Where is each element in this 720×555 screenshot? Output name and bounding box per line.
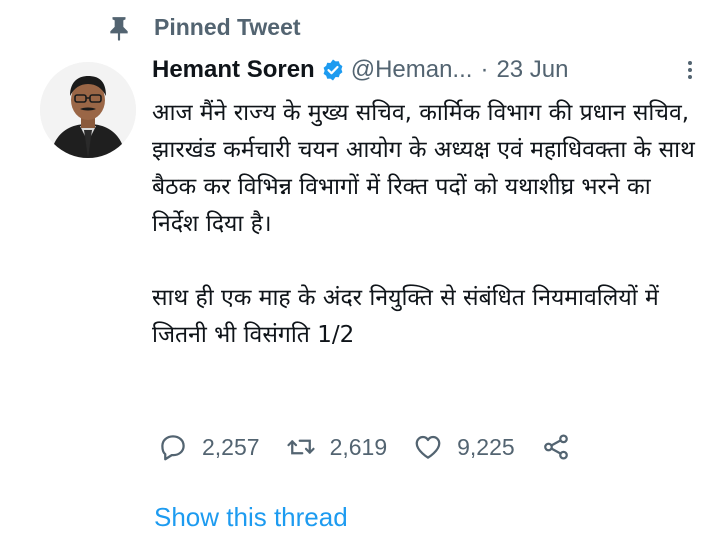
pinned-label: Pinned Tweet xyxy=(154,14,301,40)
reply-button[interactable]: 2,257 xyxy=(158,432,260,462)
verified-badge-icon xyxy=(323,59,343,81)
pinned-indicator: Pinned Tweet xyxy=(106,14,301,41)
reply-count: 2,257 xyxy=(202,433,260,460)
retweet-count: 2,619 xyxy=(329,433,388,460)
share-icon xyxy=(543,434,568,460)
like-button[interactable]: 9,225 xyxy=(413,432,515,462)
author-handle[interactable]: @Heman... xyxy=(351,56,473,84)
separator-dot: · xyxy=(480,56,489,83)
show-thread-link[interactable]: Show this thread xyxy=(154,502,348,533)
retweet-icon xyxy=(286,439,315,455)
author-name[interactable]: Hemant Soren xyxy=(152,56,315,84)
tweet-actions: 2,257 2,619 9,225 xyxy=(158,432,597,462)
share-button[interactable] xyxy=(541,432,571,462)
tweet-text: आज मैंने राज्य के मुख्य सचिव, कार्मिक वि… xyxy=(152,95,700,354)
retweet-button[interactable]: 2,619 xyxy=(286,432,388,462)
tweet-paragraph: आज मैंने राज्य के मुख्य सचिव, कार्मिक वि… xyxy=(152,100,695,237)
reply-icon xyxy=(161,435,185,461)
pin-icon xyxy=(110,16,128,41)
avatar[interactable] xyxy=(40,62,136,158)
heart-icon xyxy=(415,435,441,459)
tweet-date[interactable]: 23 Jun xyxy=(496,56,568,84)
more-options-icon[interactable] xyxy=(678,58,702,82)
tweet-paragraph: साथ ही एक माह के अंदर नियुक्ति से संबंधि… xyxy=(152,285,659,348)
tweet-header: Hemant Soren @Heman... · 23 Jun xyxy=(152,56,702,84)
like-count: 9,225 xyxy=(457,433,515,460)
